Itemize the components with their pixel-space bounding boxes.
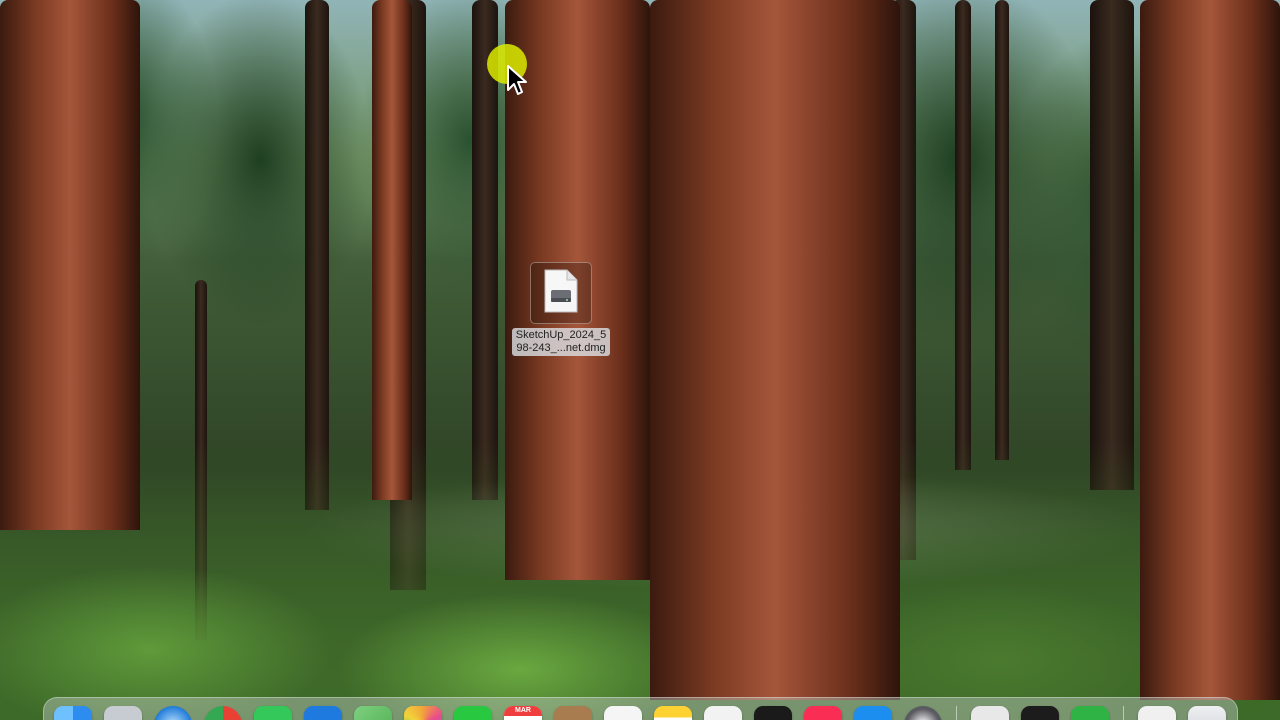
desktop-file-dmg[interactable]: SketchUp_2024_5 98-243_...net.dmg (500, 262, 622, 356)
tree-trunk (305, 0, 329, 510)
redwood-trunk (372, 0, 412, 500)
facetime-icon[interactable] (454, 706, 492, 720)
photos-icon[interactable] (404, 706, 442, 720)
dock-separator (1123, 706, 1124, 720)
mouse-pointer-icon (506, 64, 528, 103)
calendar-month-label: MAR (504, 706, 542, 716)
file-name-label: SketchUp_2024_5 98-243_...net.dmg (511, 328, 611, 356)
redwood-trunk (650, 0, 900, 700)
dmg-disk-image-icon (543, 268, 579, 319)
chrome-icon[interactable] (204, 706, 242, 720)
redwood-trunk (0, 0, 140, 530)
calendar-icon[interactable]: MAR (504, 706, 542, 720)
tree-trunk (995, 0, 1009, 460)
mail-icon[interactable] (304, 706, 342, 720)
terminal-icon[interactable] (1021, 706, 1059, 720)
maps-icon[interactable] (354, 706, 392, 720)
tree-trunk (955, 0, 971, 470)
freeform-icon[interactable] (704, 706, 742, 720)
stocks-icon[interactable] (754, 706, 792, 720)
script-editor-icon[interactable] (971, 706, 1009, 720)
messages-icon[interactable] (254, 706, 292, 720)
contacts-icon[interactable] (554, 706, 592, 720)
redwood-trunk (1140, 0, 1280, 700)
dock-separator (956, 706, 957, 720)
safari-icon[interactable] (154, 706, 192, 720)
notes-icon[interactable] (654, 706, 692, 720)
file-selection (530, 262, 592, 324)
reminders-icon[interactable] (604, 706, 642, 720)
desktop: SketchUp_2024_5 98-243_...net.dmg MAR (0, 0, 1280, 720)
downloads-document-icon[interactable] (1138, 706, 1176, 720)
trash-icon[interactable] (1188, 706, 1226, 720)
system-settings-icon[interactable] (904, 706, 942, 720)
launchpad-icon[interactable] (104, 706, 142, 720)
tree-trunk (1090, 0, 1134, 490)
numbers-icon[interactable] (1071, 706, 1109, 720)
music-icon[interactable] (804, 706, 842, 720)
dock: MAR (43, 697, 1238, 720)
app-store-icon[interactable] (854, 706, 892, 720)
finder-icon[interactable] (54, 706, 92, 720)
